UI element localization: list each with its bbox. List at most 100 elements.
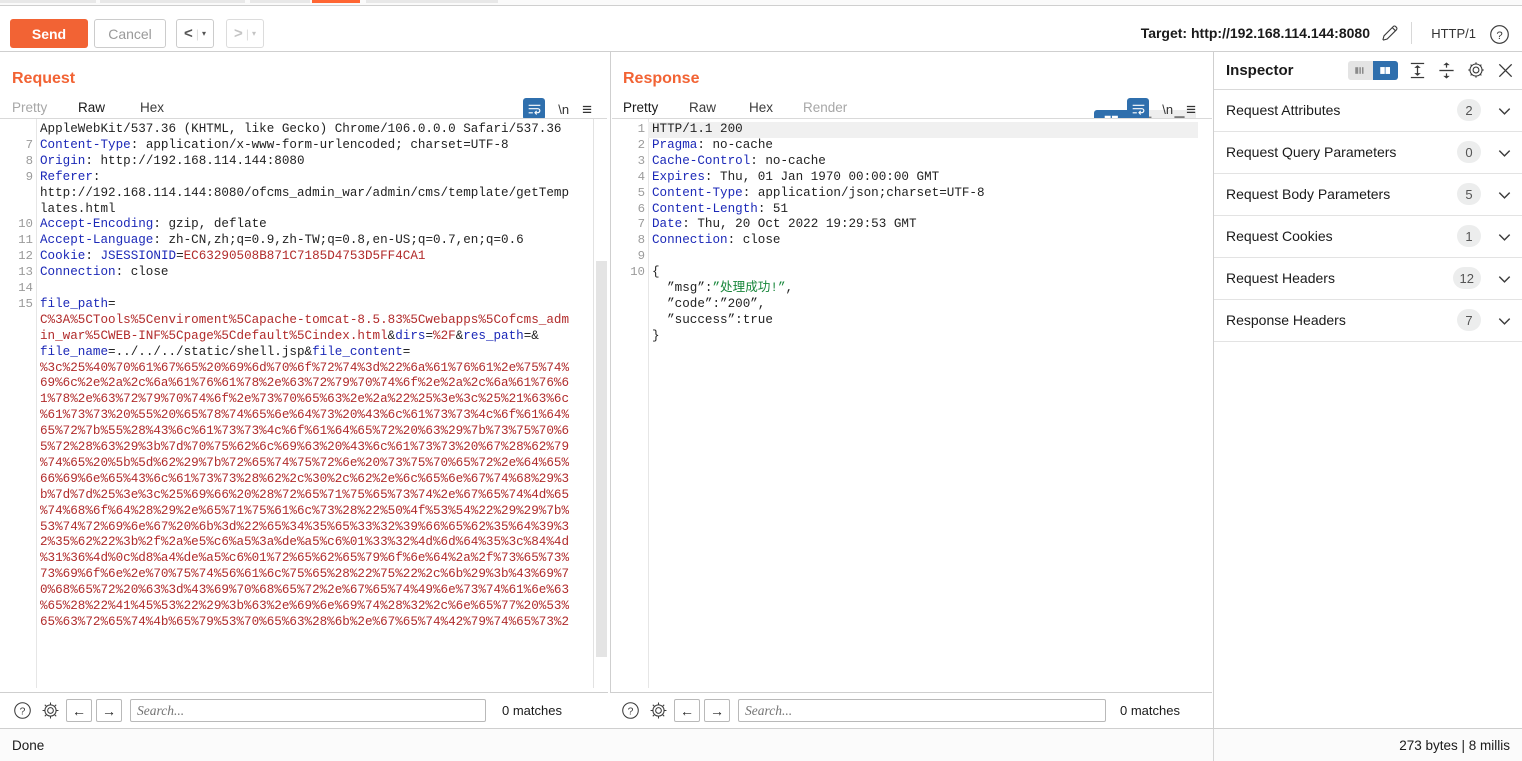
gear-icon[interactable]	[646, 699, 670, 723]
code-token: &	[304, 344, 313, 359]
gear-icon[interactable]	[1466, 60, 1486, 80]
chevron-down-icon: ▾	[201, 29, 206, 38]
request-tab-hex[interactable]: Hex	[140, 100, 164, 120]
chevron-down-icon[interactable]	[1496, 187, 1513, 204]
code-token: res_path	[463, 328, 524, 343]
code-token: Connection	[652, 233, 728, 248]
inspector-row-request-cookies[interactable]: Request Cookies 1	[1214, 216, 1522, 258]
code-token: 2%35%62%22%3b%2f%2a%e5%c6%a5%3a%de%a5%c6…	[40, 535, 570, 550]
newline-icon[interactable]: \n	[558, 102, 569, 117]
chevron-down-icon[interactable]	[1496, 229, 1513, 246]
request-editor[interactable]: 7 8 9 10 11 12 13 14 15 AppleWebKit/537.36 (KHTM…	[0, 118, 607, 688]
chevron-down-icon[interactable]	[1496, 145, 1513, 162]
line-number: 8	[25, 153, 33, 168]
response-tab-hex[interactable]: Hex	[749, 100, 773, 120]
response-tab-render[interactable]: Render	[803, 100, 847, 120]
code-line: {	[652, 265, 660, 281]
collapse-all-icon[interactable]	[1437, 61, 1456, 80]
expand-all-icon[interactable]	[1408, 61, 1427, 80]
code-token: dirs	[395, 328, 426, 343]
inspector-row-count: 7	[1457, 309, 1481, 331]
code-token: }	[652, 328, 660, 343]
tab-sliver-1[interactable]	[0, 0, 96, 3]
hamburger-menu-icon[interactable]: ≡	[1186, 101, 1196, 118]
code-token: 65%72%7b%55%28%43%6c%61%73%73%4c%6f%61%6…	[40, 424, 570, 439]
inspector-row-label: Request Headers	[1226, 270, 1335, 286]
code-token: : no-cache	[750, 153, 826, 168]
code-line: ”success”:true	[652, 313, 773, 329]
inspector-row-label: Response Headers	[1226, 312, 1346, 328]
chevron-down-icon[interactable]	[1496, 271, 1513, 288]
code-line: in_war%5CWEB-INF%5Cpage%5Cdefault%5Cinde…	[40, 329, 539, 345]
hamburger-menu-icon[interactable]: ≡	[582, 101, 592, 118]
inspector-view-compact-button[interactable]	[1348, 61, 1373, 80]
search-input[interactable]	[130, 699, 486, 722]
inspector-view-expanded-button[interactable]	[1373, 60, 1398, 80]
gear-icon[interactable]	[38, 699, 62, 723]
tab-sliver-3[interactable]	[250, 0, 310, 3]
inspector-pane: Inspector Request Attributes 2 Request Q…	[1213, 52, 1522, 731]
search-next-button[interactable]: →	[96, 699, 122, 722]
tab-sliver-4[interactable]	[312, 0, 360, 3]
code-line: 65%72%7b%55%28%43%6c%61%73%73%4c%6f%61%6…	[40, 424, 569, 440]
request-tab-pretty[interactable]: Pretty	[12, 100, 47, 120]
code-token: =	[402, 344, 411, 359]
help-icon[interactable]: ?	[1489, 24, 1510, 45]
code-token: in_war%5CWEB-INF%5Cpage%5Cdefault%5Cinde…	[40, 328, 388, 343]
newline-icon[interactable]: \n	[1162, 102, 1173, 117]
search-previous-button[interactable]: ←	[66, 699, 92, 722]
code-line: 2%35%62%22%3b%2f%2a%e5%c6%a5%3a%de%a5%c6…	[40, 535, 569, 551]
divider: |	[195, 26, 199, 41]
svg-text:?: ?	[627, 706, 633, 717]
help-icon[interactable]: ?	[618, 699, 642, 723]
code-line: 69%6c%2e%2a%2c%6a%61%76%61%78%2e%63%72%7…	[40, 376, 569, 392]
inspector-row-response-headers[interactable]: Response Headers 7	[1214, 300, 1522, 342]
search-input[interactable]	[738, 699, 1106, 722]
inspector-row-request-attributes[interactable]: Request Attributes 2	[1214, 90, 1522, 132]
close-icon[interactable]	[1496, 61, 1515, 80]
help-icon[interactable]: ?	[10, 699, 34, 723]
tab-sliver-5[interactable]	[366, 0, 498, 3]
code-line: %3c%25%40%70%61%67%65%20%69%6d%70%6f%72%…	[40, 361, 569, 377]
inspector-row-request-body-parameters[interactable]: Request Body Parameters 5	[1214, 174, 1522, 216]
divider: |	[245, 26, 249, 41]
request-scrollbar-thumb[interactable]	[596, 261, 607, 657]
tab-sliver-2[interactable]	[100, 0, 245, 3]
response-tab-raw[interactable]: Raw	[689, 100, 716, 120]
word-wrap-icon[interactable]	[523, 98, 546, 120]
send-button[interactable]: Send	[10, 19, 88, 48]
line-number: 9	[25, 169, 33, 184]
code-token: Expires	[652, 169, 705, 184]
code-line: Content-Length: 51	[652, 202, 788, 218]
code-token: Date	[652, 217, 683, 232]
search-previous-button[interactable]: ←	[674, 699, 700, 722]
code-token: Referer	[40, 169, 93, 184]
code-token: Cache-Control	[652, 153, 751, 168]
request-scrollbar[interactable]	[593, 119, 607, 688]
code-token: JSESSIONID	[100, 249, 177, 264]
pencil-icon[interactable]	[1380, 23, 1400, 43]
code-token: =	[108, 344, 116, 359]
next-request-button[interactable]: > | ▾	[226, 19, 264, 48]
code-token: Accept-Encoding	[40, 217, 154, 232]
code-token: AppleWebKit/537.36 (KHTML, like Gecko) C…	[40, 122, 562, 136]
code-line: Referer:	[40, 170, 100, 186]
previous-request-button[interactable]: < | ▾	[176, 19, 214, 48]
chevron-down-icon[interactable]	[1496, 313, 1513, 330]
code-token: Pragma	[652, 137, 698, 152]
code-token: Cookie	[40, 249, 86, 264]
word-wrap-icon[interactable]	[1127, 98, 1150, 120]
search-next-button[interactable]: →	[704, 699, 730, 722]
line-number: 2	[637, 137, 645, 152]
chevron-right-icon: >	[234, 25, 243, 42]
http-version-label[interactable]: HTTP/1	[1431, 26, 1476, 41]
inspector-row-request-headers[interactable]: Request Headers 12	[1214, 258, 1522, 300]
chevron-down-icon[interactable]	[1496, 103, 1513, 120]
inspector-tools	[1348, 60, 1515, 80]
code-token: ”success”:true	[652, 312, 773, 327]
inspector-row-request-query-parameters[interactable]: Request Query Parameters 0	[1214, 132, 1522, 174]
cancel-button[interactable]: Cancel	[94, 19, 166, 48]
gutter-divider	[36, 119, 37, 688]
response-editor[interactable]: 1 2 3 4 5 6 7 8 9 10 HTTP/1.1 200 Pragma: no-cache…	[612, 118, 1212, 688]
code-line: Content-Type: application/json;charset=U…	[652, 186, 985, 202]
